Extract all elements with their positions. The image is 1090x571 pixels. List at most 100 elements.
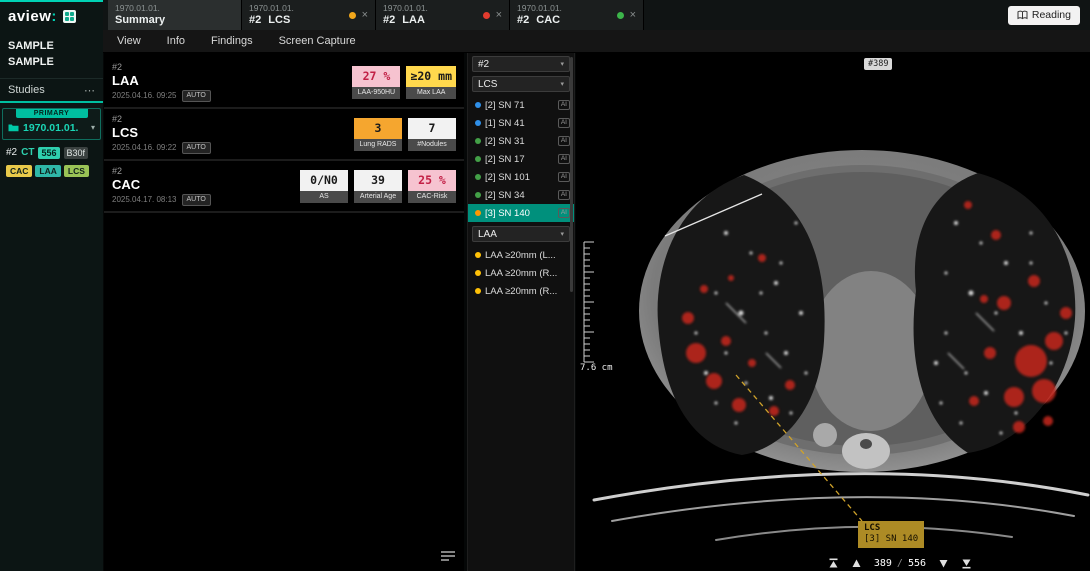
ai-badge: AI [558,172,570,182]
tab-date: 1970.01.01. [115,4,165,14]
studies-label: Studies [8,84,45,96]
metric-nodule-count: 7 #Nodules [408,118,456,151]
finding-item-laa-3[interactable]: LAA ≥20mm (R... [468,282,574,300]
reading-label: Reading [1032,9,1071,21]
tab-close-icon[interactable]: × [496,10,502,20]
finding-label: [2] SN 31 [485,136,525,147]
primary-study-card[interactable]: PRIMARY 1970.01.01. ▾ [2,108,101,140]
metric-label: Lung RADS [354,139,402,151]
tab-strip: 1970.01.01. Summary 1970.01.01. #2 LCS ×… [108,0,644,30]
lcs-group-select[interactable]: LCS ▾ [472,76,570,92]
card-title: LCS [112,125,211,141]
series-number: #2 [6,147,17,158]
finding-dot [475,252,481,258]
metric-lung-rads: 3 Lung RADS [354,118,402,151]
next-slice-button[interactable] [938,558,949,569]
ct-viewer[interactable]: #389 7.6 cm LCS [3] SN 140 [576,53,1090,555]
primary-badge: PRIMARY [16,109,88,118]
summary-card-lcs[interactable]: #2 LCS 2025.04.16. 09:22 AUTO 3 Lung RAD… [104,109,464,161]
finding-item-laa-2[interactable]: LAA ≥20mm (R... [468,264,574,282]
finding-label: [2] SN 101 [485,172,530,183]
tab-lcs[interactable]: 1970.01.01. #2 LCS × [242,0,376,30]
chevron-down-icon[interactable]: ▾ [91,123,95,132]
summary-card-cac[interactable]: #2 CAC 2025.04.17. 08:13 AUTO 0/N0 AS 39… [104,161,464,213]
sidebar: SAMPLE SAMPLE Studies ⋯ PRIMARY 1970.01.… [0,30,103,571]
tab-title: #2 CAC [517,14,562,27]
metric-value: 0/N0 [300,170,348,191]
card-series: #2 [112,62,211,73]
tab-laa[interactable]: 1970.01.01. #2 LAA × [376,0,510,30]
series-select[interactable]: #2 ▾ [472,56,570,72]
finding-annotation-label[interactable]: LCS [3] SN 140 [858,521,924,548]
findings-panel: #2 ▾ LCS ▾ [2] SN 71 AI [1] SN 41 AI [2]… [467,53,575,571]
app-logo: aview: [8,8,57,25]
metric-value: 25 % [408,170,456,191]
last-slice-button[interactable] [961,558,972,569]
arrow-up-icon [851,558,862,569]
tab-title: #2 LCS [249,14,294,27]
laa-group-select[interactable]: LAA ▾ [472,226,570,242]
summary-panel: #2 LAA 2025.04.16. 09:25 AUTO 27 % LAA-9… [104,53,464,571]
findings-scrollbar[interactable] [570,57,573,292]
finding-label: LAA ≥20mm (R... [485,286,557,297]
studies-header: Studies ⋯ [0,79,103,103]
tab-cac[interactable]: 1970.01.01. #2 CAC × [510,0,644,30]
skip-to-bottom-icon [961,558,972,569]
metric-cac-risk: 25 % CAC-Risk [408,170,456,203]
card-series: #2 [112,166,211,177]
summary-card-laa[interactable]: #2 LAA 2025.04.16. 09:25 AUTO 27 % LAA-9… [104,57,464,109]
first-slice-button[interactable] [828,558,839,569]
metric-max-laa: ≥20 mm Max LAA [406,66,456,99]
finding-item-laa-1[interactable]: LAA ≥20mm (L... [468,246,574,264]
finding-dot [475,156,481,162]
card-title: LAA [112,73,211,89]
menu-findings[interactable]: Findings [211,35,253,47]
app-root: aview: 1970.01.01. Summary 1970.01.01. #… [0,0,1090,571]
finding-item-sn34[interactable]: [2] SN 34 AI [468,186,574,204]
menu-info[interactable]: Info [167,35,185,47]
studies-menu-button[interactable]: ⋯ [84,84,95,97]
ct-scan-image [576,53,1090,555]
tab-close-icon[interactable]: × [630,10,636,20]
logo-colon: : [51,8,57,25]
finding-dot [475,288,481,294]
auto-badge: AUTO [182,90,211,102]
logo-text: aview [8,8,51,25]
arrow-down-icon [938,558,949,569]
card-datetime: 2025.04.17. 08:13 [112,195,177,205]
finding-dot [475,270,481,276]
finding-item-sn101[interactable]: [2] SN 101 AI [468,168,574,186]
series-info-row: #2 CT 556 B30f [0,140,103,159]
viewer-toolbar: 389 / 556 [576,555,1090,571]
tab-title: #2 LAA [383,14,428,27]
finding-item-sn71[interactable]: [2] SN 71 AI [468,96,574,114]
module-badge-laa: LAA [35,165,60,177]
slice-counter: 389 / 556 [874,558,926,569]
finding-item-sn17[interactable]: [2] SN 17 AI [468,150,574,168]
image-count-badge: 556 [38,147,59,159]
annotation-module: LCS [864,523,918,534]
prev-slice-button[interactable] [851,558,862,569]
finding-item-sn140[interactable]: [3] SN 140 AI [468,204,574,222]
chevron-down-icon: ▾ [560,60,564,68]
finding-item-sn41[interactable]: [1] SN 41 AI [468,114,574,132]
topbar: aview: 1970.01.01. Summary 1970.01.01. #… [0,0,1090,30]
tab-close-icon[interactable]: × [362,10,368,20]
metric-label: LAA-950HU [352,87,400,99]
finding-item-sn31[interactable]: [2] SN 31 AI [468,132,574,150]
modality-badge: CT [21,147,34,158]
finding-dot [475,138,481,144]
menu-view[interactable]: View [117,35,141,47]
app-grid-icon[interactable] [63,10,76,23]
tab-status-dot [617,12,624,19]
tab-summary[interactable]: 1970.01.01. Summary [108,0,242,30]
metric-value: ≥20 mm [406,66,456,87]
menu-screen-capture[interactable]: Screen Capture [279,35,356,47]
metric-value: 3 [354,118,402,139]
finding-dot [475,210,481,216]
reading-button[interactable]: Reading [1008,6,1080,25]
chevron-down-icon: ▾ [560,80,564,88]
metric-value: 7 [408,118,456,139]
summary-list-view-button[interactable] [439,549,457,564]
menubar: View Info Findings Screen Capture [103,30,1090,53]
